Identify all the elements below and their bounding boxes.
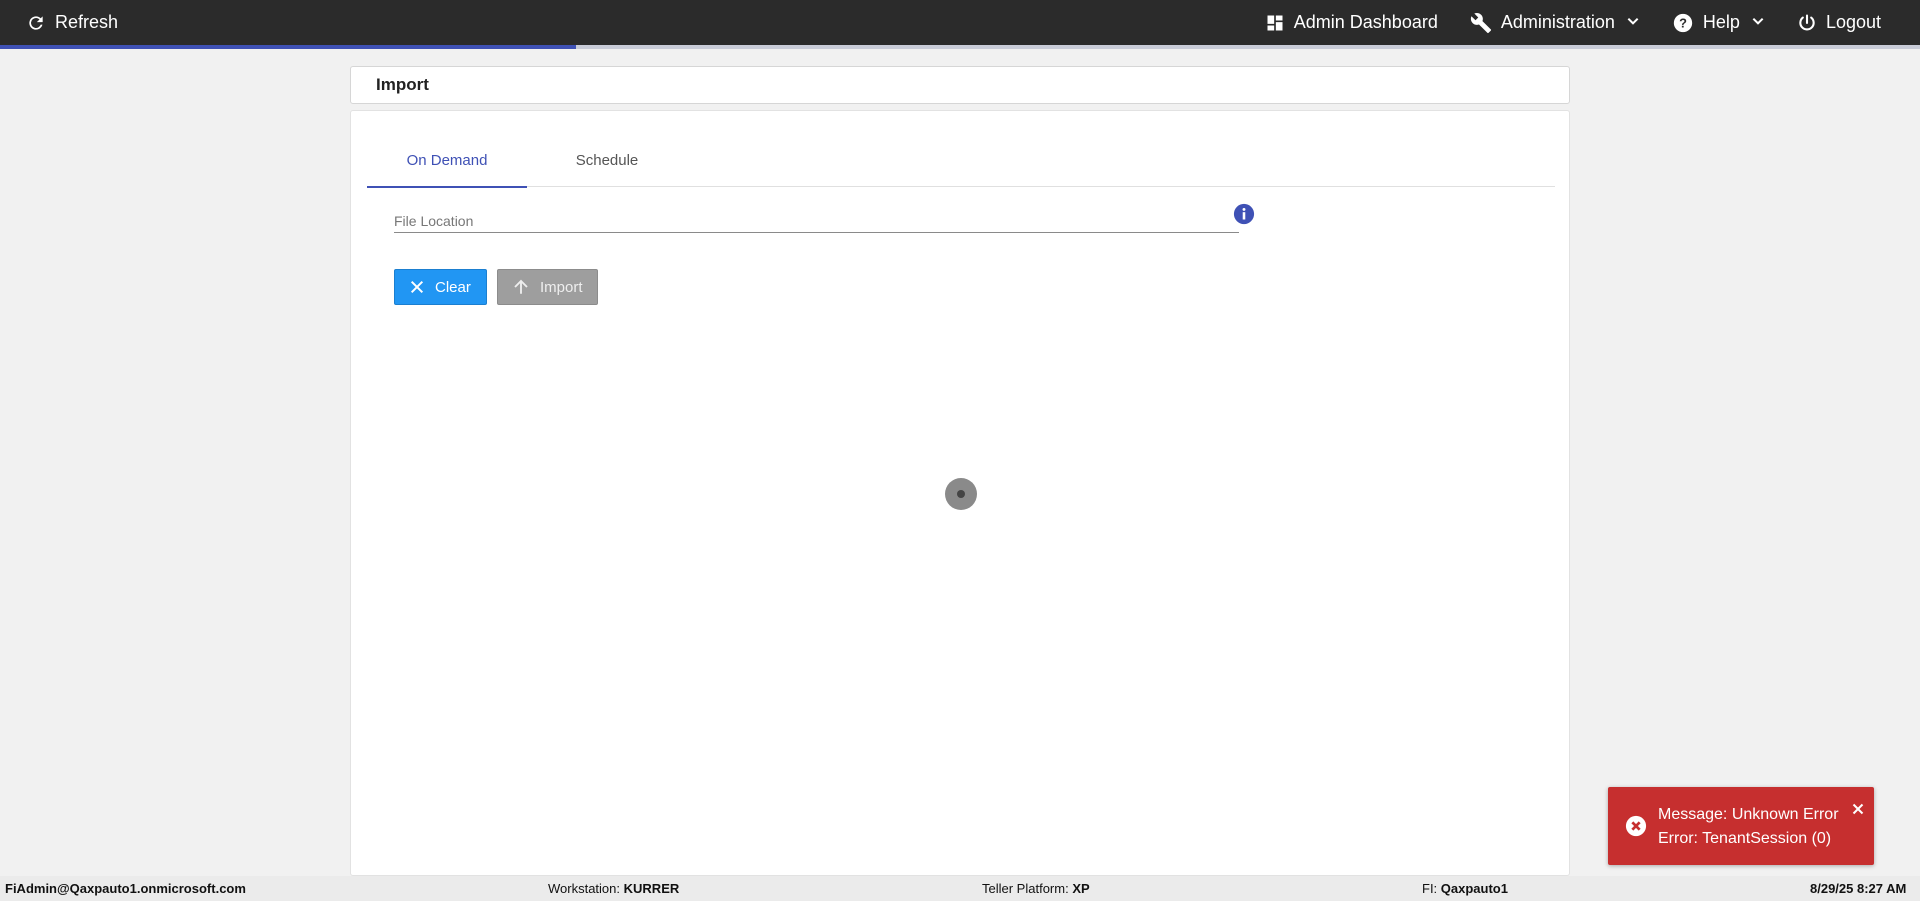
top-navbar: Refresh Admin Dashboard Administration ?… (0, 0, 1920, 45)
close-icon (409, 279, 425, 295)
wrench-icon (1470, 12, 1492, 34)
refresh-button[interactable]: Refresh (26, 0, 118, 45)
footer-workstation: Workstation: KURRER (548, 881, 680, 896)
tab-on-demand[interactable]: On Demand (367, 133, 527, 188)
status-bar: FiAdmin@Qaxpauto1.onmicrosoft.com Workst… (0, 876, 1920, 901)
clear-button[interactable]: Clear (394, 269, 487, 305)
toast-line-message: Message: Unknown Error (1658, 806, 1839, 823)
help-label: Help (1702, 12, 1740, 32)
loading-spinner (945, 478, 977, 510)
arrow-up-icon (512, 278, 530, 296)
logout-button[interactable]: Logout (1797, 0, 1881, 45)
import-label: Import (540, 278, 583, 296)
error-circle-icon (1625, 815, 1647, 842)
import-button[interactable]: Import (497, 269, 598, 305)
info-icon[interactable] (1233, 203, 1255, 230)
error-toast: Message: Unknown Error Error: TenantSess… (1608, 787, 1874, 865)
loading-progress-fill (0, 45, 576, 49)
footer-datetime: 8/29/25 8:27 AM (1810, 881, 1907, 896)
tab-bar: On Demand Schedule (367, 133, 1555, 188)
page-title: Import (350, 66, 1570, 104)
file-location-input[interactable] (394, 203, 1239, 232)
footer-user: FiAdmin@Qaxpauto1.onmicrosoft.com (5, 881, 246, 896)
clear-label: Clear (435, 278, 471, 296)
footer-platform: Teller Platform: XP (982, 881, 1090, 896)
logout-label: Logout (1825, 12, 1881, 32)
close-icon[interactable] (1852, 802, 1864, 820)
help-circle-icon: ? (1672, 12, 1694, 34)
admin-dashboard-link[interactable]: Admin Dashboard (1265, 0, 1438, 45)
footer-fi: FI: Qaxpauto1 (1422, 881, 1508, 896)
chevron-down-icon (1751, 12, 1765, 33)
file-location-field (394, 203, 1239, 233)
power-icon (1797, 13, 1817, 33)
toast-line-error: Error: TenantSession (0) (1658, 830, 1832, 847)
dashboard-icon (1265, 13, 1285, 33)
svg-text:?: ? (1679, 15, 1687, 30)
administration-menu[interactable]: Administration (1470, 0, 1640, 45)
toast-message: Message: Unknown Error Error: TenantSess… (1658, 803, 1839, 851)
refresh-label: Refresh (55, 12, 119, 32)
chevron-down-icon (1626, 12, 1640, 33)
administration-label: Administration (1500, 12, 1615, 32)
refresh-icon (26, 13, 46, 33)
admin-dashboard-label: Admin Dashboard (1293, 12, 1438, 32)
tab-schedule[interactable]: Schedule (527, 133, 687, 187)
import-panel: On Demand Schedule Clear Import (350, 110, 1570, 876)
help-menu[interactable]: ? Help (1672, 0, 1765, 45)
loading-progress-bar (0, 45, 1920, 49)
